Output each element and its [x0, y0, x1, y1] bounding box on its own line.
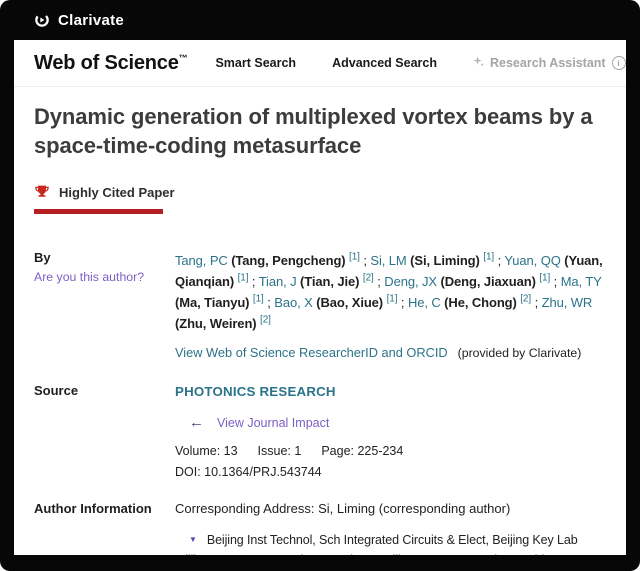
author-full-name: (Zhu, Weiren): [175, 316, 260, 331]
browser-screenshot-frame: Clarivate Web of Science™ Smart Search A…: [0, 0, 640, 571]
corresponding-address: Corresponding Address: Si, Liming (corre…: [175, 501, 606, 516]
author-full-name: (Bao, Xiue): [313, 295, 387, 310]
by-content-column: Tang, PC (Tang, Pengcheng) [1] ; Si, LM …: [175, 250, 606, 360]
author-link[interactable]: Bao, X: [274, 295, 312, 310]
researcher-id-row: View Web of Science ResearcherID and ORC…: [175, 345, 606, 360]
researcherid-orcid-link[interactable]: View Web of Science ResearcherID and ORC…: [175, 345, 448, 360]
are-you-this-author-link[interactable]: Are you this author?: [34, 270, 144, 284]
author-link[interactable]: Tang, PC: [175, 253, 228, 268]
author-affiliation-sup[interactable]: [1]: [349, 252, 360, 263]
nav-advanced-search[interactable]: Advanced Search: [332, 56, 437, 70]
author-link[interactable]: Ma, TY: [561, 274, 602, 289]
web-of-science-page: Web of Science™ Smart Search Advanced Se…: [14, 40, 626, 555]
doi-value: DOI: 10.1364/PRJ.543744: [175, 465, 606, 479]
author-affiliation-sup[interactable]: [1]: [539, 273, 550, 284]
source-section: Source PHOTONICS RESEARCH ← View Journal…: [14, 383, 626, 479]
author-affiliation-sup[interactable]: [2]: [520, 294, 531, 305]
highly-cited-label: Highly Cited Paper: [59, 185, 175, 200]
author-full-name: (Tian, Jie): [297, 274, 363, 289]
by-label-column: By Are you this author?: [34, 250, 175, 360]
author-affiliation-sup[interactable]: [1]: [387, 294, 398, 305]
info-icon: i: [612, 56, 626, 70]
author-link[interactable]: Si, LM: [370, 253, 406, 268]
author-separator: ;: [248, 274, 258, 289]
nav-research-assistant-label: Research Assistant: [490, 56, 606, 70]
source-content-column: PHOTONICS RESEARCH ← View Journal Impact…: [175, 383, 606, 479]
author-affiliation-sup[interactable]: [2]: [363, 273, 374, 284]
clarivate-logo-icon: [34, 12, 50, 28]
nav-smart-search[interactable]: Smart Search: [215, 56, 296, 70]
author-separator: ;: [264, 295, 275, 310]
journal-link[interactable]: PHOTONICS RESEARCH: [175, 384, 336, 399]
affiliation-address: ▼Beijing Inst Technol, Sch Integrated Ci…: [175, 531, 606, 555]
view-journal-impact-link[interactable]: View Journal Impact: [217, 416, 329, 430]
collapse-triangle-icon[interactable]: ▼: [189, 535, 197, 544]
author-list: Tang, PC (Tang, Pengcheng) [1] ; Si, LM …: [175, 250, 606, 334]
volume-value: Volume: 13: [175, 444, 238, 458]
author-affiliation-sup[interactable]: [1]: [483, 252, 494, 263]
author-information-section: Author Information Corresponding Address…: [14, 501, 626, 555]
author-link[interactable]: Tian, J: [259, 274, 297, 289]
by-label: By: [34, 250, 175, 265]
author-link[interactable]: Yuan, QQ: [504, 253, 560, 268]
author-information-label-column: Author Information: [34, 501, 175, 555]
web-of-science-logo[interactable]: Web of Science™: [34, 52, 187, 75]
author-full-name: (He, Chong): [441, 295, 521, 310]
trademark-symbol: ™: [179, 53, 188, 63]
author-separator: ;: [494, 253, 504, 268]
author-full-name: (Ma, Tianyu): [175, 295, 253, 310]
author-affiliation-sup[interactable]: [1]: [253, 294, 264, 305]
author-full-name: (Tang, Pengcheng): [228, 253, 349, 268]
provided-by-note: (provided by Clarivate): [458, 346, 582, 360]
trophy-icon: [34, 184, 50, 200]
page-value: Page: 225-234: [321, 444, 403, 458]
source-label-column: Source: [34, 383, 175, 479]
volume-issue-page-row: Volume: 13 Issue: 1 Page: 225-234: [175, 444, 606, 458]
web-of-science-logo-text: Web of Science: [34, 52, 179, 74]
author-link[interactable]: Zhu, WR: [542, 295, 593, 310]
author-separator: ;: [550, 274, 561, 289]
highly-cited-underline: [34, 209, 163, 214]
author-separator: ;: [360, 253, 371, 268]
back-arrow-icon[interactable]: ←: [189, 415, 204, 430]
author-link[interactable]: He, C: [408, 295, 441, 310]
source-label: Source: [34, 383, 175, 398]
issue-value: Issue: 1: [258, 444, 302, 458]
author-full-name: (Si, Liming): [407, 253, 484, 268]
author-link[interactable]: Deng, JX: [384, 274, 437, 289]
clarivate-brand: Clarivate: [58, 12, 124, 29]
author-information-content-column: Corresponding Address: Si, Liming (corre…: [175, 501, 606, 555]
author-full-name: (Deng, Jiaxuan): [437, 274, 539, 289]
article-title: Dynamic generation of multiplexed vortex…: [34, 103, 606, 160]
affiliation-address-text: Beijing Inst Technol, Sch Integrated Cir…: [175, 533, 578, 555]
header-nav: Smart Search Advanced Search Research As…: [215, 56, 625, 70]
clarivate-topbar: Clarivate: [0, 0, 640, 40]
by-section: By Are you this author? Tang, PC (Tang, …: [14, 250, 626, 360]
page-header: Web of Science™ Smart Search Advanced Se…: [14, 40, 626, 87]
author-separator: ;: [531, 295, 542, 310]
journal-impact-row: ← View Journal Impact: [175, 415, 606, 430]
author-affiliation-sup[interactable]: [2]: [260, 315, 271, 326]
author-affiliation-sup[interactable]: [1]: [238, 273, 249, 284]
sparkle-icon: [473, 56, 484, 70]
nav-research-assistant[interactable]: Research Assistant i: [473, 56, 626, 70]
author-separator: ;: [397, 295, 408, 310]
author-information-label: Author Information: [34, 501, 175, 516]
highly-cited-badge: Highly Cited Paper: [34, 184, 606, 200]
author-separator: ;: [374, 274, 385, 289]
